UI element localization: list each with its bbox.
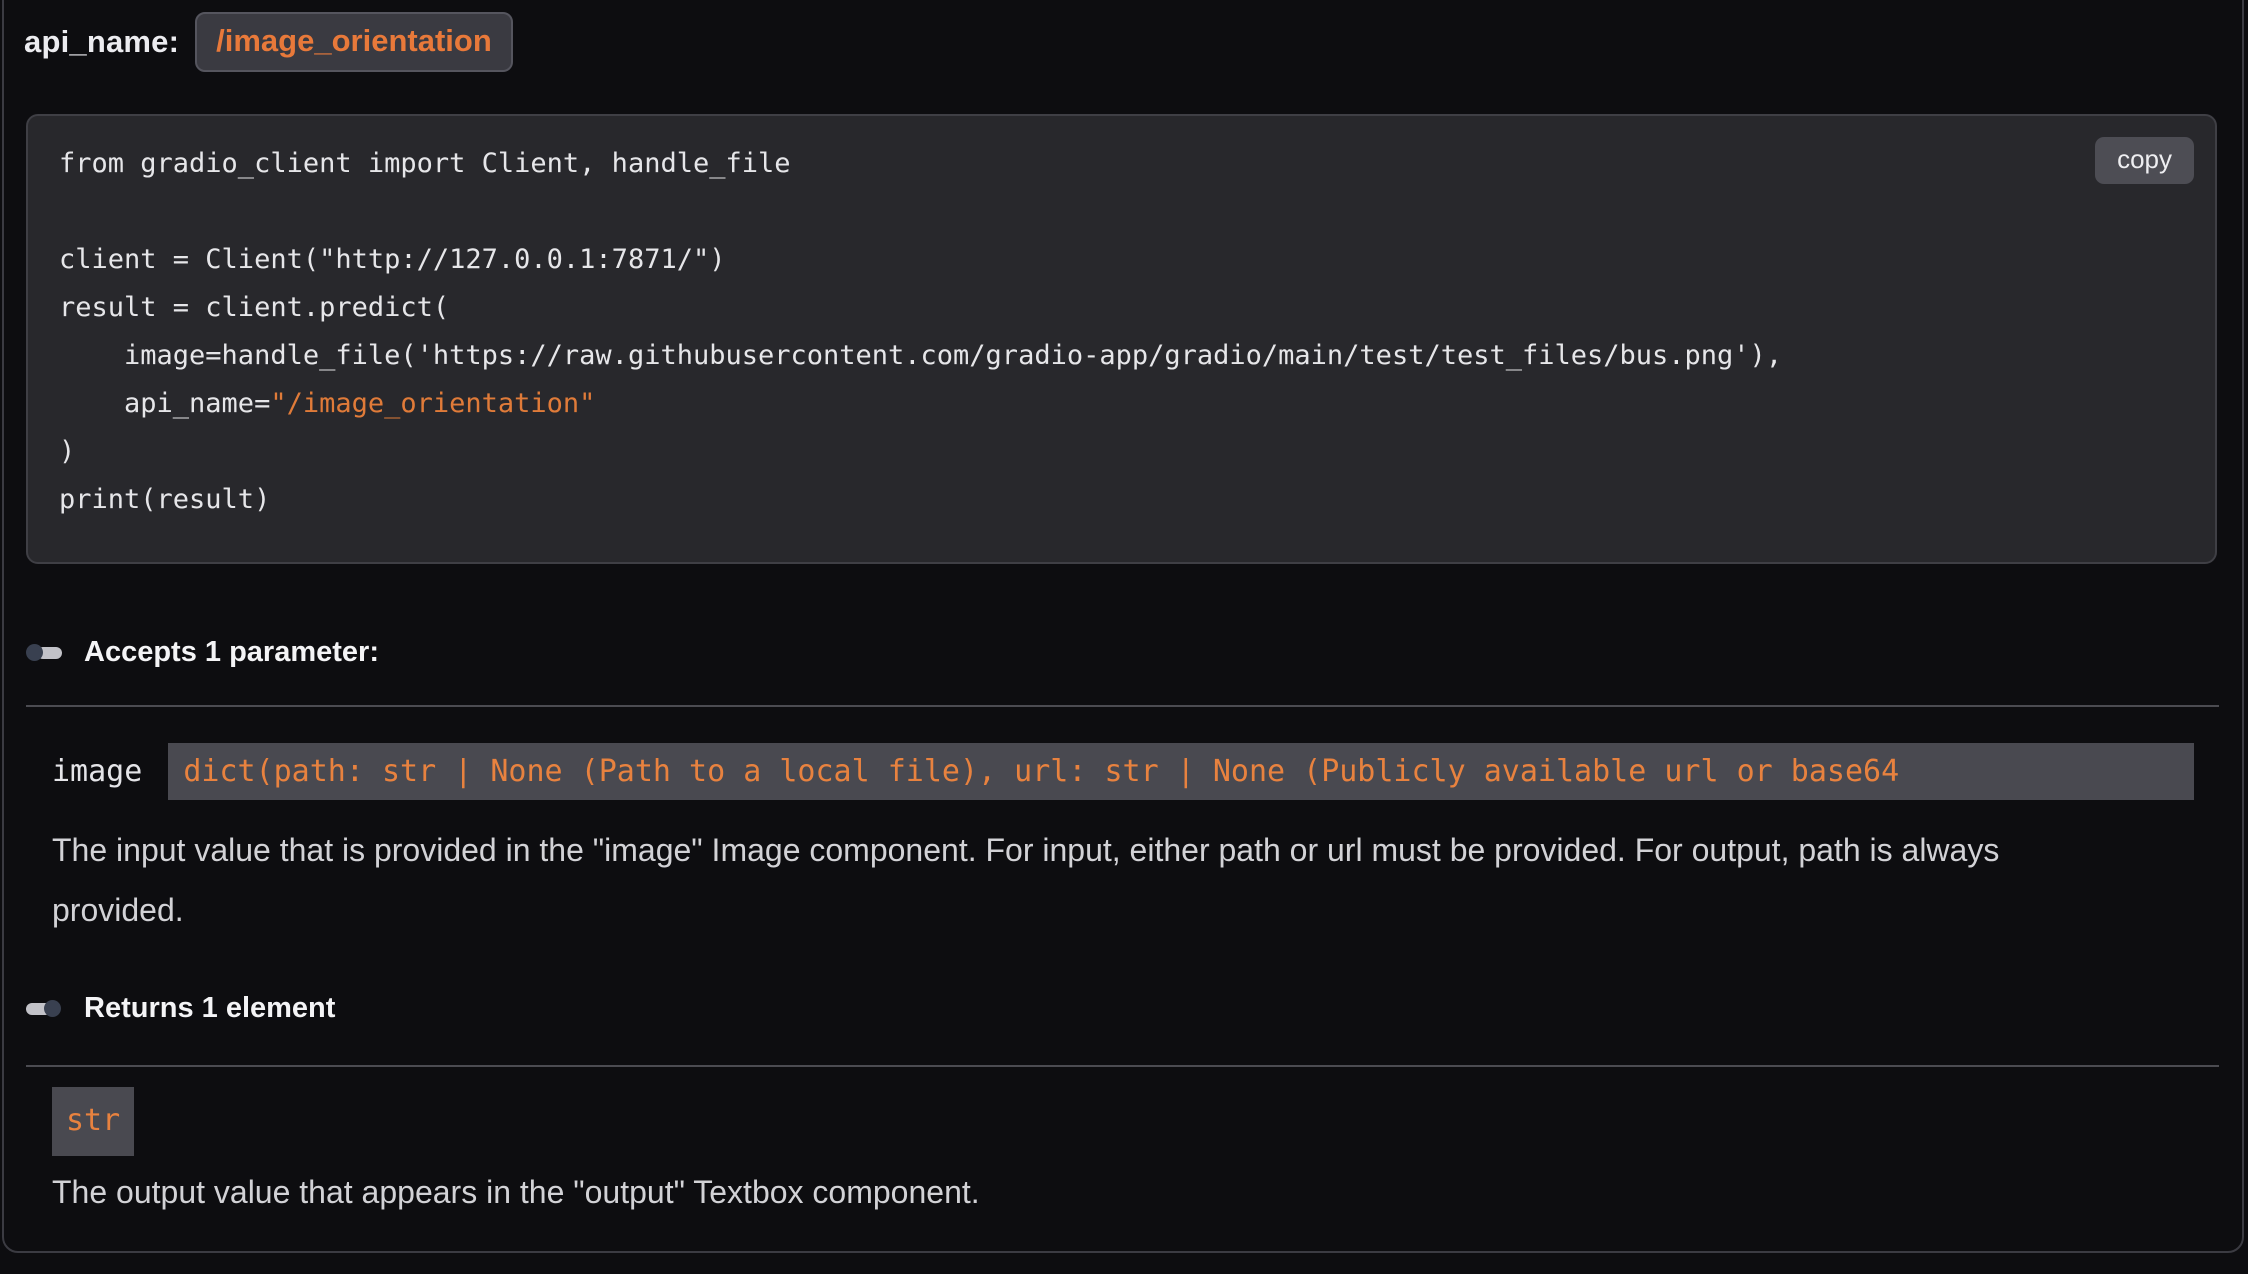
divider: [26, 705, 2219, 707]
parameter-row: image dict(path: str | None (Path to a l…: [52, 743, 2194, 800]
accepts-heading: Accepts 1 parameter:: [26, 636, 2242, 669]
api-name-label: api_name:: [24, 24, 179, 60]
output-toggle-icon: [26, 1000, 62, 1017]
endpoint-header: api_name: /image_orientation: [24, 12, 2242, 72]
return-description: The output value that appears in the "ou…: [52, 1162, 2242, 1222]
parameter-name: image: [52, 754, 142, 789]
returns-heading-label: Returns 1 element: [84, 992, 335, 1025]
divider: [26, 1065, 2219, 1067]
code-block: from gradio_client import Client, handle…: [26, 114, 2217, 564]
return-type-badge: str: [52, 1087, 134, 1156]
api-endpoint-card: api_name: /image_orientation from gradio…: [2, 0, 2244, 1253]
returns-heading: Returns 1 element: [26, 992, 2242, 1025]
input-toggle-icon: [26, 644, 62, 661]
parameter-type-badge: dict(path: str | None (Path to a local f…: [168, 743, 2194, 800]
code-content[interactable]: from gradio_client import Client, handle…: [28, 116, 2215, 524]
parameter-description: The input value that is provided in the …: [52, 820, 2062, 940]
copy-button[interactable]: copy: [2095, 137, 2194, 184]
endpoint-name-badge: /image_orientation: [195, 12, 513, 72]
accepts-heading-label: Accepts 1 parameter:: [84, 636, 379, 669]
